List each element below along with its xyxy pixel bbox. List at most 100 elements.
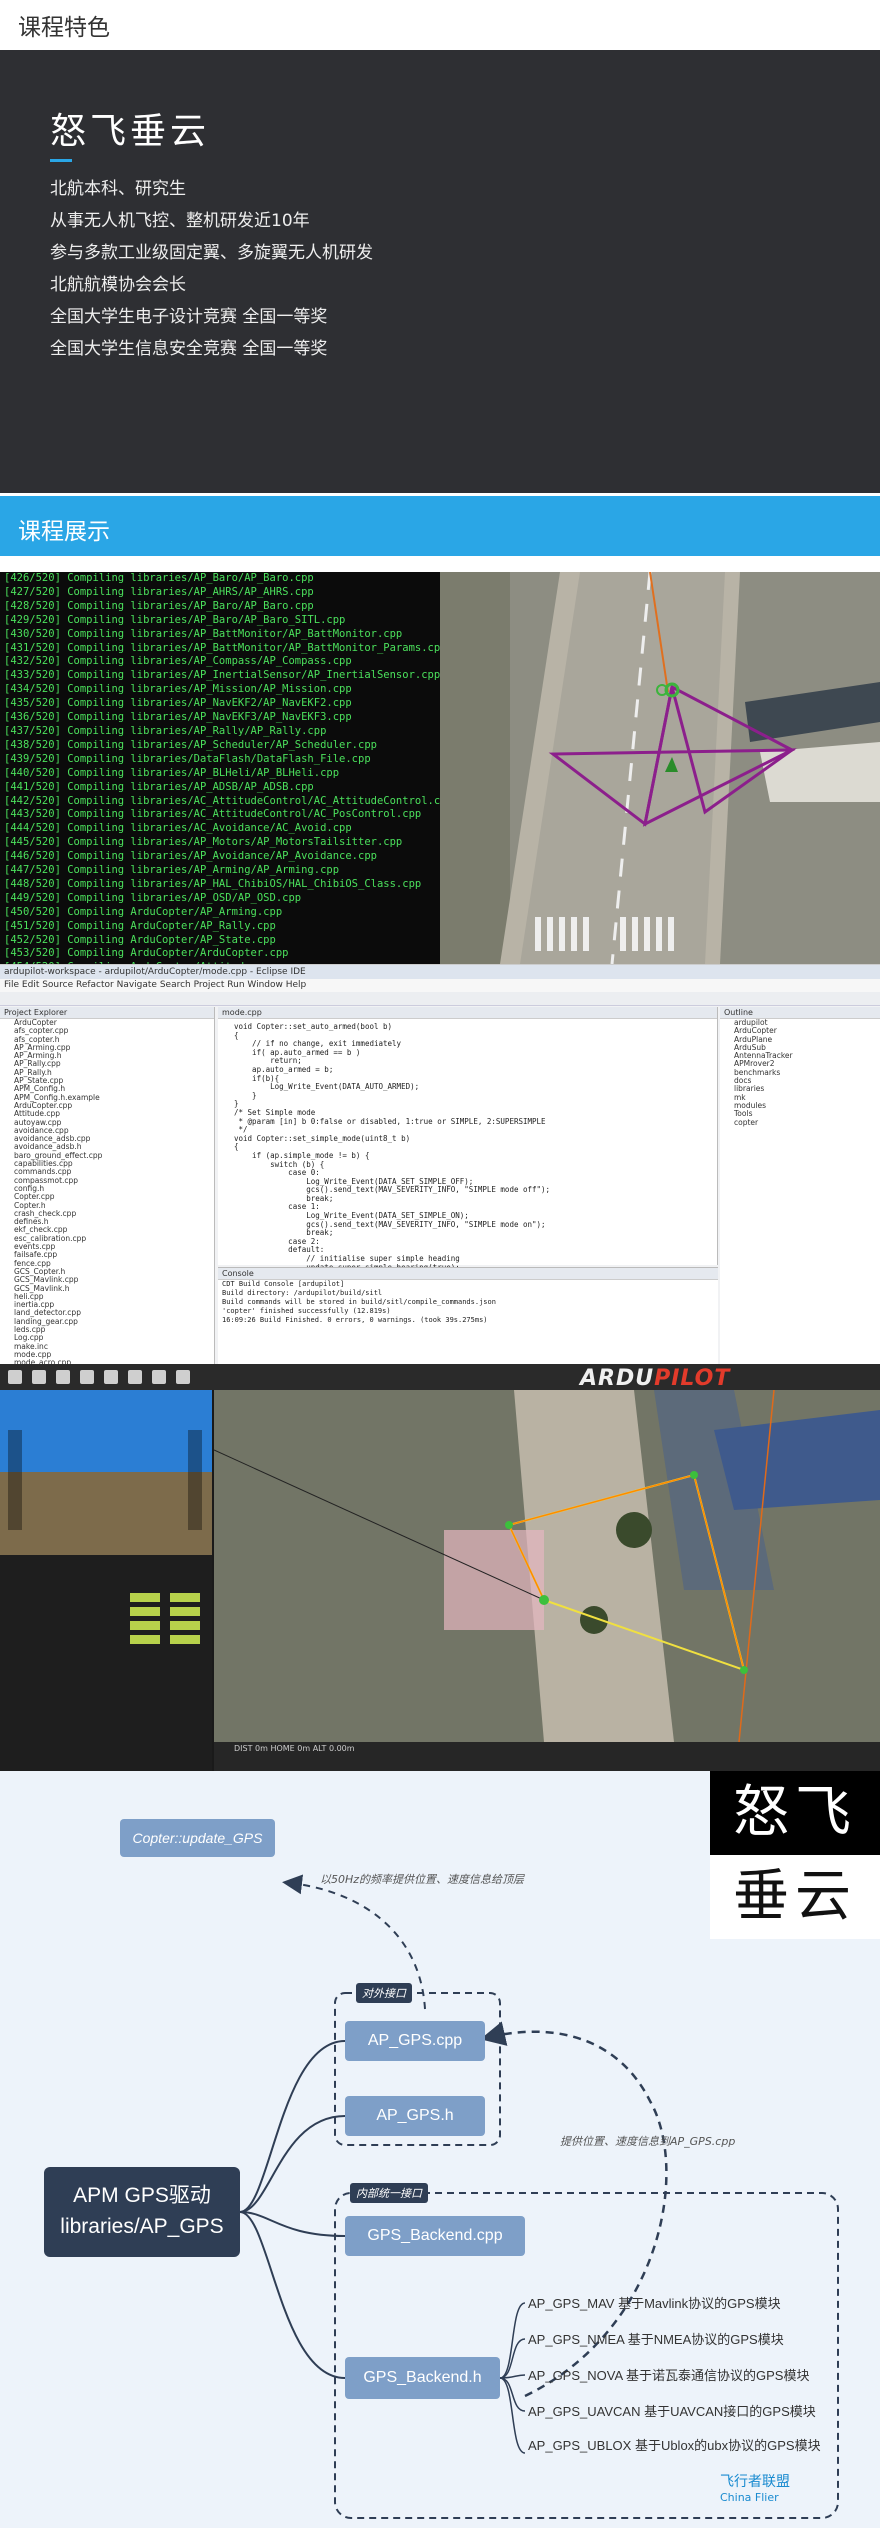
terminal-line: [426/520] Compiling libraries/AP_Baro/AP…	[4, 572, 314, 584]
mission-planner-screenshot: ARDUPILOT DIST 0m HOME 0m ALT 0.00m	[0, 1364, 880, 1771]
outline-tree: ardupilot ArduCopter ArduPlane ArduSub Anten…	[720, 1018, 880, 1127]
action-button[interactable]	[170, 1607, 200, 1616]
console-line: 'copter' finished successfully (12.819s)	[222, 1307, 391, 1315]
tab-console[interactable]: Console	[218, 1268, 718, 1280]
action-button[interactable]	[170, 1621, 200, 1630]
toolbar-icons	[8, 1370, 190, 1384]
menu-bar[interactable]: File Edit Source Refactor Navigate Searc…	[0, 979, 880, 992]
terminal-line: [453/520] Compiling ArduCopter/ArduCopte…	[4, 947, 289, 960]
external-interface-tag: 对外接口	[356, 1983, 412, 2003]
terminal-line: [449/520] Compiling libraries/AP_OSD/AP_…	[4, 891, 302, 904]
credential-item: 北航航模协会会长	[50, 275, 186, 295]
credential-item: 从事无人机飞控、整机研发近10年	[50, 211, 310, 231]
terminal-line: [437/520] Compiling libraries/AP_Rally/A…	[4, 724, 327, 737]
action-button[interactable]	[130, 1593, 160, 1602]
watermark: 飞行者联盟 China Flier	[720, 2471, 790, 2504]
outline-pane: Outline ardupilot ArduCopter ArduPlane Ardu…	[720, 1007, 880, 1364]
ap-gps-cpp-node: AP_GPS.cpp	[345, 2021, 485, 2061]
driver-leaf: AP_GPS_MAV 基于Mavlink协议的GPS模块	[528, 2296, 781, 2311]
code-line: void Copter::set_auto_armed(bool b)	[234, 1022, 393, 1031]
hud-altitude-tape	[188, 1430, 202, 1530]
tab-editor-file[interactable]: mode.cpp	[218, 1007, 717, 1019]
credential-item: 北航本科、研究生	[50, 179, 186, 199]
terminal-line: [446/520] Compiling libraries/AP_Avoidan…	[4, 850, 377, 863]
project-tree: ArduCopter afs_copter.cpp afs_copter.h AP_A…	[0, 1018, 214, 1364]
terminal-line: [427/520] Compiling libraries/AP_AHRS/AP…	[4, 585, 314, 598]
terminal-line: [439/520] Compiling libraries/DataFlash/…	[4, 752, 371, 765]
hud-horizon-ground	[0, 1472, 212, 1555]
section-header-features: 课程特色	[0, 0, 880, 50]
section-title: 课程展示	[18, 519, 110, 545]
code-line: void Copter::set_simple_mode(uint8_t b)	[234, 1133, 411, 1143]
driver-leaf: AP_GPS_NOVA 基于诺瓦泰通信协议的GPS模块	[528, 2368, 810, 2383]
gps-backend-h-node: GPS_Backend.h	[345, 2357, 500, 2399]
terminal-line: [443/520] Compiling libraries/AC_Attitud…	[4, 808, 422, 821]
action-button[interactable]	[130, 1621, 160, 1630]
code-line: * @param [in] b 0:false or disabled, 1:t…	[234, 1116, 546, 1126]
credential-item: 全国大学生电子设计竞赛 全国一等奖	[50, 307, 328, 327]
terminal-line: [431/520] Compiling libraries/AP_BattMon…	[4, 641, 440, 654]
watermark-en: China Flier	[720, 2491, 779, 2504]
terminal-line: [447/520] Compiling libraries/AP_Arming/…	[4, 864, 340, 877]
ap-gps-h-node: AP_GPS.h	[345, 2096, 485, 2136]
console-line: Build commands will be stored in build/s…	[222, 1298, 496, 1306]
action-button[interactable]	[130, 1635, 160, 1644]
terminal-line: [450/520] Compiling ArduCopter/AP_Arming…	[4, 905, 283, 918]
mission-planner-toolbar: ARDUPILOT	[0, 1364, 880, 1391]
action-button[interactable]	[170, 1593, 200, 1602]
watermark-cn: 飞行者联盟	[720, 2474, 790, 2490]
driver-leaf: AP_GPS_UBLOX 基于Ublox的ubx协议的GPS模块	[528, 2438, 821, 2453]
badge-top: 怒飞	[710, 1771, 880, 1855]
console-line: Build directory: /ardupilot/build/sitl	[222, 1289, 383, 1297]
terminal-line: [440/520] Compiling libraries/AP_BLHeli/…	[4, 766, 340, 779]
action-button[interactable]	[130, 1607, 160, 1616]
terminal-screenshot: [426/520] Compiling libraries/AP_Baro/AP…	[0, 572, 440, 964]
credential-item: 全国大学生信息安全竞赛 全国一等奖	[50, 339, 328, 359]
section-header-showcase: 课程展示	[0, 496, 880, 556]
code-editor: mode.cpp void Copter::set_auto_armed(boo…	[218, 1007, 718, 1331]
terminal-line: [438/520] Compiling libraries/AP_Schedul…	[4, 738, 377, 751]
credential-item: 参与多款工业级固定翼、多旋翼无人机研发	[50, 243, 373, 263]
ardupilot-logo: ARDUPILOT	[580, 1366, 731, 1391]
code-line: }	[234, 1090, 257, 1100]
terminal-line: [429/520] Compiling libraries/AP_Baro/AP…	[4, 613, 346, 626]
project-explorer: Project Explorer ArduCopter afs_copter.cp…	[0, 1007, 215, 1364]
action-button[interactable]	[170, 1635, 200, 1644]
satellite-map-image	[213, 1389, 880, 1743]
eclipse-ide-screenshot: ardupilot-workspace - ardupilot/ArduCopt…	[0, 964, 880, 1364]
gps-architecture-diagram: Copter::update_GPS 以50Hz的频率提供位置、速度信息给顶层 …	[0, 1771, 880, 2528]
terminal-line: [452/520] Compiling ArduCopter/AP_State.…	[4, 933, 276, 946]
terminal-line: [441/520] Compiling libraries/AP_ADSB/AP…	[4, 780, 314, 793]
terminal-line: [442/520] Compiling libraries/AC_Attitud…	[4, 794, 440, 807]
accent-divider	[50, 159, 72, 162]
status-bar: DIST 0m HOME 0m ALT 0.00m	[214, 1742, 880, 1771]
annotation-top: 以50Hz的频率提供位置、速度信息给顶层	[320, 1873, 525, 1886]
terminal-line: [435/520] Compiling libraries/AP_NavEKF2…	[4, 697, 352, 710]
console-line: 16:09:26 Build Finished. 0 errors, 0 war…	[222, 1316, 488, 1324]
console-output: CDT Build Console [ardupilot] Build direc…	[218, 1280, 718, 1325]
terminal-line: [436/520] Compiling libraries/AP_NavEKF3…	[4, 711, 352, 724]
console-line: CDT Build Console [ardupilot]	[222, 1280, 345, 1288]
sitl-map-screenshot	[440, 572, 880, 964]
hud-speed-tape	[8, 1430, 22, 1530]
console-pane: Console CDT Build Console [ardupilot] Bui…	[218, 1267, 718, 1364]
code-line: Log_Write_Event(DATA_AUTO_ARMED);	[234, 1082, 420, 1092]
gps-backend-cpp-node: GPS_Backend.cpp	[345, 2216, 525, 2256]
terminal-line: [451/520] Compiling ArduCopter/AP_Rally.…	[4, 919, 276, 932]
driver-leaf: AP_GPS_UAVCAN 基于UAVCAN接口的GPS模块	[528, 2404, 816, 2419]
action-panel	[0, 1555, 212, 1771]
toolbar	[0, 992, 880, 1006]
instructor-credentials: 北航本科、研究生 从事无人机飞控、整机研发近10年 参与多款工业级固定翼、多旋翼…	[50, 173, 373, 365]
terminal-line: [430/520] Compiling libraries/AP_BattMon…	[4, 627, 403, 640]
terminal-line: [432/520] Compiling libraries/AP_Compass…	[4, 655, 352, 668]
root-path: libraries/AP_GPS	[60, 2215, 224, 2238]
annotation-mid: 提供位置、速度信息到AP_GPS.cpp	[560, 2135, 736, 2148]
flight-hud	[0, 1390, 212, 1555]
mission-map[interactable]	[213, 1389, 880, 1743]
root-title: APM GPS驱动	[73, 2184, 211, 2207]
internal-interface-tag: 内部统一接口	[350, 2183, 428, 2203]
brand-badge: 怒飞 垂云	[710, 1771, 880, 1939]
root-node: APM GPS驱动 libraries/AP_GPS	[44, 2167, 240, 2257]
section-title: 课程特色	[18, 15, 110, 41]
terminal-line: [445/520] Compiling libraries/AP_Motors/…	[4, 836, 403, 849]
